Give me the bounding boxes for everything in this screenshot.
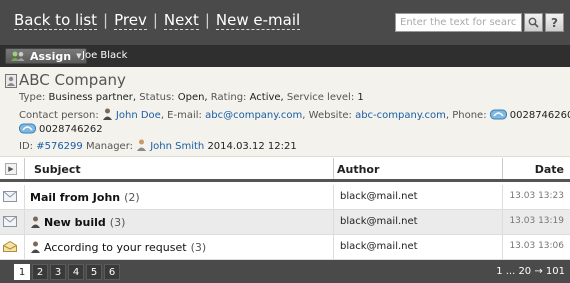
search-button[interactable] — [524, 13, 543, 32]
row-date: 13.03 13:19 — [509, 216, 564, 226]
page-3-button[interactable]: 3 — [50, 264, 66, 280]
column-divider — [333, 158, 334, 179]
type-value: Business partner, — [48, 92, 137, 103]
service-level-value: 1 — [357, 92, 364, 103]
row-author: black@mail.net — [340, 241, 418, 252]
prev-link[interactable]: Prev — [114, 11, 147, 30]
message-count: (2) — [124, 191, 140, 204]
email-link[interactable]: abc@company.com — [205, 110, 302, 121]
record-meta-line: ID: #576299 Manager: John Smith 2014.03.… — [19, 139, 297, 152]
author-column-header[interactable]: Author — [337, 163, 379, 176]
back-to-list-link[interactable]: Back to list — [14, 11, 98, 30]
new-email-link[interactable]: New e-mail — [215, 11, 301, 30]
phone-label: , Phone: — [445, 110, 487, 121]
created-timestamp: 2014.03.12 12:21 — [207, 141, 297, 152]
email-label: , E-mail: — [160, 110, 202, 121]
column-divider — [502, 158, 503, 179]
page-range-indicator[interactable]: 1 ... 20 → 101 — [496, 266, 565, 277]
phone-1: 0028746260, — [509, 110, 570, 121]
id-label: ID: — [19, 141, 34, 152]
website-label: , Website: — [302, 110, 352, 121]
search-input[interactable] — [395, 13, 522, 32]
subject-text: According to your requset — [44, 241, 187, 254]
subject-text: Mail from John — [30, 191, 121, 204]
contact-line: Contact person: John Doe, E-mail: abc@co… — [19, 108, 570, 121]
contact-line-continued: 0028746262 — [19, 123, 103, 135]
envelope-icon — [3, 191, 17, 202]
website-link[interactable]: abc-company.com — [355, 110, 446, 121]
type-label: Type: — [19, 92, 46, 103]
assign-people-icon — [10, 51, 26, 61]
manager-label: Manager: — [85, 141, 133, 152]
row-subject: According to your requset (3) — [30, 241, 206, 254]
phone-2: 0028746262 — [39, 124, 103, 135]
row-subject: New build (3) — [30, 216, 125, 229]
company-name: ABC Company — [19, 71, 126, 89]
subject-column-header[interactable]: Subject — [34, 163, 81, 176]
company-details-line: Type: Business partner, Status: Open, Ra… — [19, 92, 364, 103]
triangle-right-icon: ▶ — [8, 165, 14, 173]
next-link[interactable]: Next — [163, 11, 199, 30]
table-header: ▶ Subject Author Date — [0, 158, 570, 182]
person-icon — [31, 241, 40, 253]
assign-bar: Assign ▼ Joe Black — [0, 45, 570, 67]
row-author: black@mail.net — [340, 216, 418, 227]
page-2-button[interactable]: 2 — [32, 264, 48, 280]
message-count: (3) — [190, 241, 207, 254]
person-icon — [137, 139, 147, 151]
phone-icon[interactable] — [489, 109, 507, 120]
assignee-name: Joe Black — [82, 50, 128, 61]
message-count: (3) — [109, 216, 126, 229]
phone-icon[interactable] — [19, 123, 36, 134]
chevron-down-icon: ▼ — [76, 52, 82, 60]
status-label: Status: — [139, 92, 175, 103]
person-icon — [102, 108, 112, 120]
open-envelope-icon — [3, 241, 17, 252]
search-icon — [528, 17, 539, 28]
top-navigation-bar: Back to list | Prev | Next | New e-mail ? — [0, 0, 570, 45]
separator: | — [152, 11, 158, 29]
column-divider — [24, 158, 25, 179]
rating-label: Rating: — [210, 92, 247, 103]
company-info-panel: ABC Company Type: Business partner, Stat… — [0, 67, 570, 157]
row-date: 13.03 13:23 — [509, 191, 564, 201]
status-value: Open, — [177, 92, 208, 103]
date-column-header[interactable]: Date — [535, 163, 564, 176]
subject-text: New build — [44, 216, 106, 229]
assign-button[interactable]: Assign ▼ — [5, 48, 88, 64]
help-button[interactable]: ? — [545, 13, 564, 32]
record-id-link[interactable]: #576299 — [36, 141, 83, 152]
pagination-bar: 1 2 3 4 5 6 1 ... 20 → 101 — [0, 260, 570, 283]
separator: | — [103, 11, 109, 29]
page-5-button[interactable]: 5 — [86, 264, 102, 280]
page-1-button[interactable]: 1 — [14, 264, 30, 280]
page-4-button[interactable]: 4 — [68, 264, 84, 280]
rating-value: Active, — [249, 92, 284, 103]
separator: | — [204, 11, 210, 29]
assign-label: Assign — [30, 49, 72, 63]
table-row[interactable]: New build (3) black@mail.net 13.03 13:19 — [0, 210, 570, 235]
page-6-button[interactable]: 6 — [104, 264, 120, 280]
table-row[interactable]: Mail from John (2) black@mail.net 13.03 1… — [0, 185, 570, 210]
contact-person-link[interactable]: John Doe — [116, 110, 161, 121]
company-icon — [5, 74, 17, 88]
expand-all-button[interactable]: ▶ — [5, 163, 17, 175]
row-subject: Mail from John (2) — [30, 191, 140, 204]
envelope-icon — [3, 216, 17, 227]
service-level-label: Service level: — [286, 92, 355, 103]
manager-link[interactable]: John Smith — [150, 141, 204, 152]
row-author: black@mail.net — [340, 191, 418, 202]
contact-person-label: Contact person: — [19, 110, 99, 121]
table-row[interactable]: According to your requset (3) black@mail.… — [0, 235, 570, 260]
help-icon: ? — [551, 15, 558, 30]
navigation-links: Back to list | Prev | Next | New e-mail — [14, 11, 301, 30]
row-date: 13.03 13:06 — [509, 241, 564, 251]
person-icon — [31, 216, 40, 228]
